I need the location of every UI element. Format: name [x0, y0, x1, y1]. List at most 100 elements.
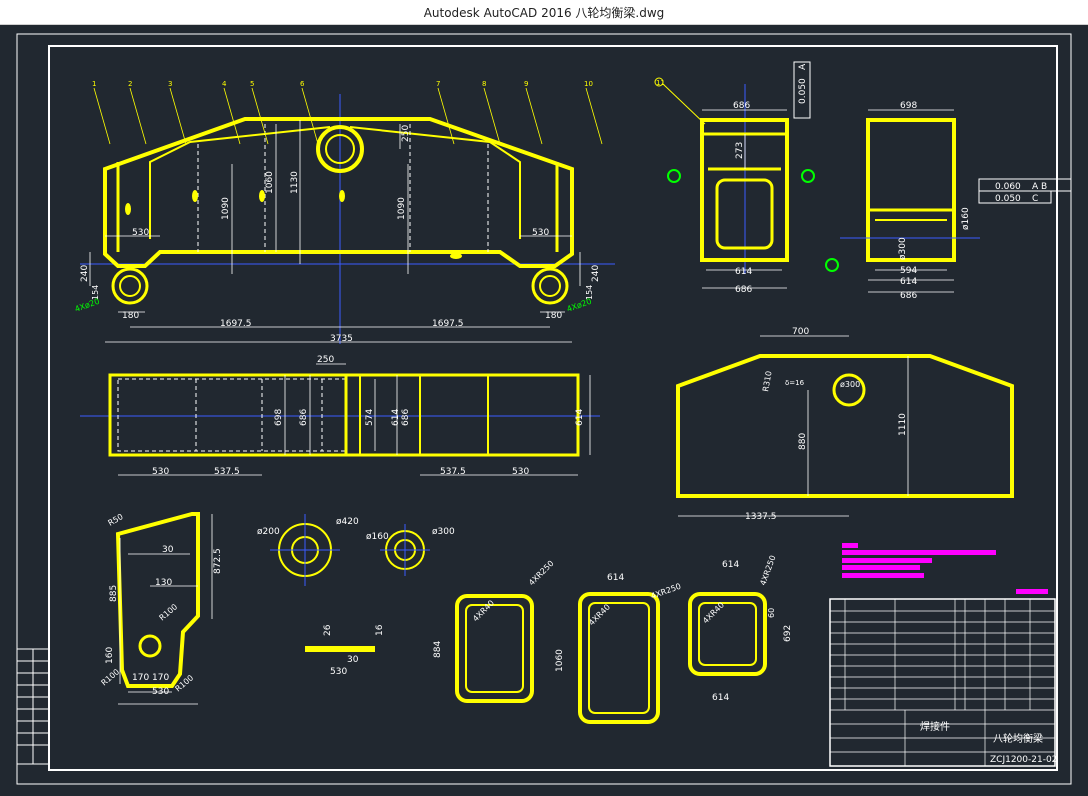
web-plate-view[interactable]: 700 1110 880 1337.5 R310 ø300 δ=16	[676, 327, 1014, 522]
dim-front-1090-b: 1090	[397, 197, 407, 220]
dim-frame-1-r: 4XR250	[527, 559, 556, 588]
dim-frame-1-h: 884	[433, 641, 443, 658]
dim-frame-3-bottom: 614	[712, 693, 729, 703]
dim-top-537-b: 537.5	[440, 467, 466, 477]
dim-web-hole: ø300	[840, 380, 860, 389]
dim-ring-1-inner: ø200	[257, 527, 280, 537]
dim-strip-530: 530	[330, 667, 347, 677]
side-view[interactable]: 698 594 614 686 ø300 ø160 0.060 A B 0.05…	[825, 101, 1072, 301]
window-title: Autodesk AutoCAD 2016 八轮均衡梁.dwg	[423, 6, 665, 20]
dim-section-686-bot: 686	[735, 285, 752, 295]
dim-bracket-r100: R100	[158, 602, 180, 622]
dim-web-r310: R310	[761, 370, 773, 392]
balloon-6: 6	[300, 80, 305, 88]
dim-bracket-530: 530	[152, 687, 169, 697]
tol-3-ref: C	[1032, 194, 1038, 204]
balloon-8: 8	[482, 80, 486, 88]
dim-front-1060: 1060	[265, 171, 275, 194]
frame-2-outer	[578, 592, 660, 724]
dim-web-1337: 1337.5	[745, 512, 777, 522]
balloon-leader-8	[483, 87, 501, 145]
frame-parts[interactable]: 4XR250 4XR40 884 614 4XR250 4XR40 1060 6…	[433, 554, 793, 724]
dim-front-154-right: 154	[585, 285, 594, 300]
dim-top-614: 614	[391, 409, 401, 426]
dim-bracket-30: 30	[162, 545, 174, 555]
balloon-10: 10	[584, 80, 593, 88]
balloon-5: 5	[250, 80, 254, 88]
outer-sheet-border	[16, 33, 1072, 785]
web-dimension-lines	[678, 335, 909, 517]
balloon-9: 9	[524, 80, 528, 88]
dim-frame-3-r: 4XR250	[758, 554, 777, 587]
dim-ring-2-outer: ø300	[432, 527, 455, 537]
top-dimension-lines	[118, 363, 591, 476]
dim-bracket-872: 872.5	[213, 548, 223, 574]
left-revision-strip	[16, 648, 50, 765]
section-balloon-11: 11	[656, 79, 665, 87]
dim-frame-3-w: 614	[722, 560, 739, 570]
balloon-leader-3	[169, 87, 187, 145]
frame-3-outer	[688, 592, 767, 676]
dim-frame-3-60: 60	[767, 608, 776, 618]
dim-frame-2-r: 4XR250	[650, 582, 683, 601]
dim-bracket-r100b: R100	[100, 667, 122, 687]
bracket-view[interactable]: R50 30 130 R100 885 872.5 160 170 170 53…	[100, 512, 223, 705]
dim-front-1697-left: 1697.5	[220, 319, 252, 329]
title-part-name: 八轮均衡梁	[993, 732, 1043, 745]
dim-web-880: 880	[798, 433, 808, 450]
dim-front-1697-right: 1697.5	[432, 319, 464, 329]
front-left-bore-inner	[119, 275, 141, 297]
section-view[interactable]: 686 273 614 686 11 0.050 A	[654, 61, 815, 295]
balloon-2: 2	[128, 80, 132, 88]
top-hidden-box	[117, 378, 347, 452]
front-slot-2	[192, 190, 198, 202]
dim-front-530-left: 530	[132, 228, 149, 238]
dim-top-686: 686	[299, 409, 309, 426]
dim-front-1130: 1130	[290, 171, 300, 194]
front-view[interactable]: 530 530 1090 1090 1060 1130 250 240 240 …	[74, 80, 615, 344]
dim-bracket-160: 160	[105, 647, 115, 664]
drawing-canvas[interactable]: 530 530 1090 1090 1060 1130 250 240 240 …	[0, 24, 1088, 792]
section-leader	[662, 83, 706, 125]
balloon-1: 1	[92, 80, 96, 88]
dim-web-700: 700	[792, 327, 809, 337]
tol-1-ref: A	[798, 63, 808, 70]
dim-front-154-left: 154	[91, 285, 100, 300]
datum-marker-c	[825, 258, 839, 272]
bracket-outline	[115, 512, 200, 688]
balloon-leader-2	[129, 87, 147, 145]
dim-section-686-top: 686	[733, 101, 750, 111]
dim-front-530-right: 530	[532, 228, 549, 238]
dim-bracket-130: 130	[155, 578, 172, 588]
ring-parts[interactable]: ø420 ø200 ø300 ø160	[257, 514, 455, 586]
dim-web-delta: δ=16	[785, 379, 805, 387]
dim-top-250: 250	[317, 355, 334, 365]
inner-sheet-border	[48, 45, 1058, 771]
dim-section-614: 614	[735, 267, 752, 277]
top-view[interactable]: 250 698 686 574 614 686 614 530 537.5 53…	[80, 355, 600, 477]
front-right-bore-outer	[531, 267, 569, 305]
front-slot-1	[125, 203, 131, 215]
balloon-leader-4	[223, 87, 241, 145]
dim-top-686b: 686	[401, 409, 411, 426]
dim-web-1110: 1110	[898, 413, 908, 436]
balloon-leader-7	[437, 87, 455, 145]
front-view-balloons: 1 2 3 4 5 6 7 8 9 10	[92, 80, 603, 145]
dim-side-686: 686	[900, 291, 917, 301]
datum-marker-a	[667, 169, 681, 183]
front-right-bore-inner	[539, 275, 561, 297]
dim-ring-1-outer: ø420	[336, 517, 359, 527]
title-block[interactable]: 焊接件 八轮均衡梁 ZCJ1200-21-02	[829, 598, 1057, 767]
cad-drawing[interactable]: 530 530 1090 1090 1060 1130 250 240 240 …	[0, 24, 1088, 792]
window-titlebar: Autodesk AutoCAD 2016 八轮均衡梁.dwg	[0, 0, 1088, 25]
dim-bracket-r50: R50	[107, 512, 125, 528]
dim-frame-3-r2: 4XR40	[701, 600, 726, 625]
dim-frame-1-r2: 4XR40	[471, 598, 496, 623]
dim-front-1090-a: 1090	[221, 197, 231, 220]
technical-notes	[842, 543, 1048, 594]
balloon-leader-10	[585, 87, 603, 145]
dim-side-d160: ø160	[961, 207, 971, 230]
dim-frame-2-h: 1060	[555, 649, 565, 672]
front-inner-plate	[149, 126, 521, 239]
strip-part[interactable]: 26 16 30 530	[305, 624, 385, 677]
